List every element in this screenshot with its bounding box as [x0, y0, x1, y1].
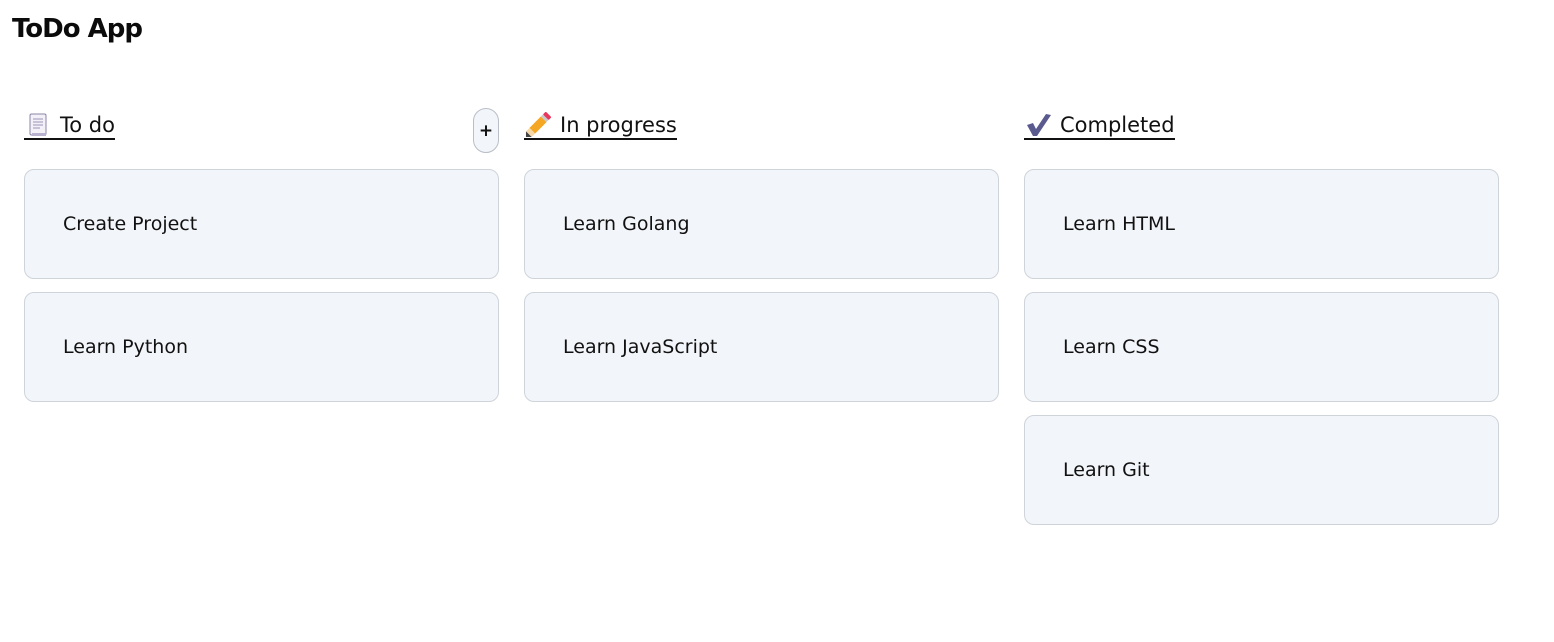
task-card[interactable]: Learn JavaScript [524, 292, 999, 402]
task-card[interactable]: Create Project [24, 169, 499, 279]
column-title-todo-label: To do [60, 113, 115, 137]
kanban-board: To do + Create Project Learn Python In p… [24, 108, 1499, 538]
column-completed: Completed Learn HTML Learn CSS Learn Git [1024, 108, 1499, 538]
pencil-icon [524, 112, 552, 138]
column-title-in-progress-label: In progress [560, 113, 677, 137]
task-card[interactable]: Learn CSS [1024, 292, 1499, 402]
column-header-todo: To do + [24, 108, 499, 154]
task-card[interactable]: Learn Python [24, 292, 499, 402]
column-title-completed: Completed [1024, 112, 1175, 140]
task-card[interactable]: Learn HTML [1024, 169, 1499, 279]
column-in-progress: In progress Learn Golang Learn JavaScrip… [524, 108, 999, 538]
column-title-completed-label: Completed [1060, 113, 1175, 137]
column-title-in-progress: In progress [524, 112, 677, 140]
add-task-button[interactable]: + [473, 108, 499, 153]
task-card[interactable]: Learn Git [1024, 415, 1499, 525]
checkmark-icon [1024, 112, 1052, 138]
column-title-todo: To do [24, 112, 115, 140]
column-header-in-progress: In progress [524, 108, 999, 154]
column-todo: To do + Create Project Learn Python [24, 108, 499, 538]
column-header-completed: Completed [1024, 108, 1499, 154]
document-icon [24, 112, 52, 138]
task-card[interactable]: Learn Golang [524, 169, 999, 279]
app-title: ToDo App [12, 14, 143, 44]
